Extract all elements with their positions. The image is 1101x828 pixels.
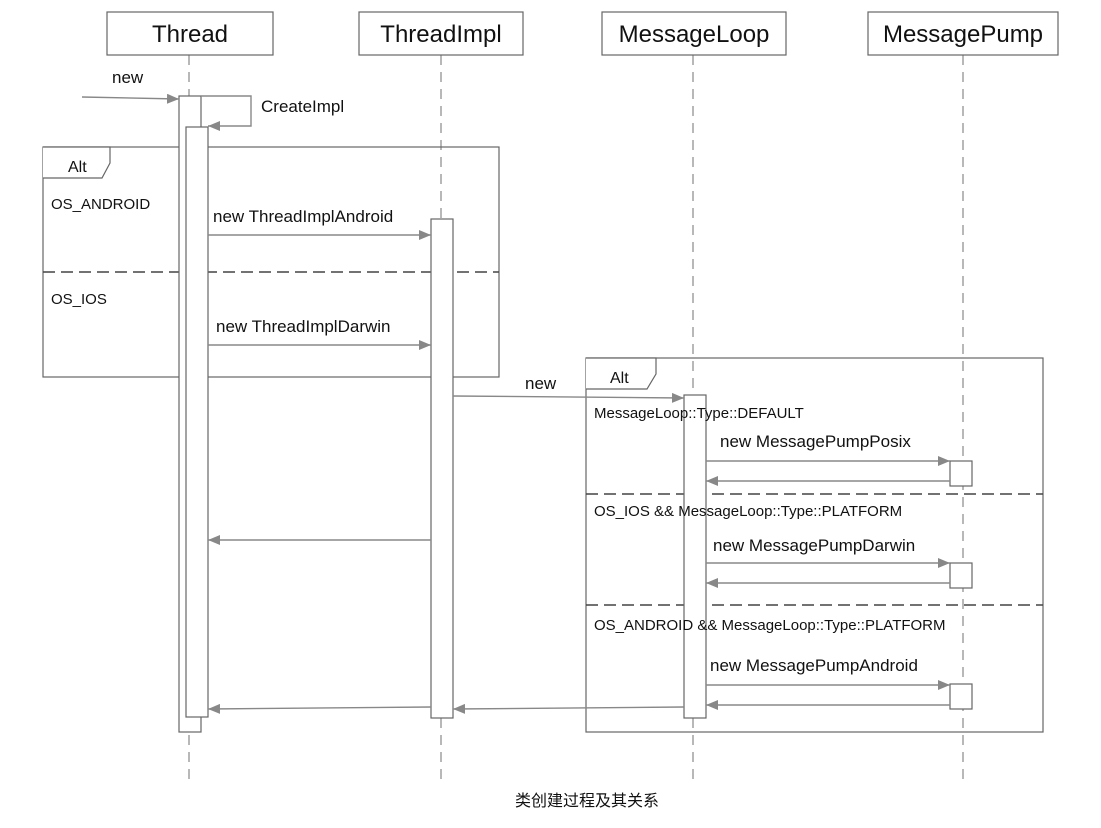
activation-messageloop <box>683 394 707 719</box>
alt-frame-message-pump-tag: Alt <box>610 370 629 387</box>
message-new-threadimpl-android-label: new ThreadImplAndroid <box>213 207 393 226</box>
message-new-threadimpl-darwin-label: new ThreadImplDarwin <box>216 317 390 336</box>
message-new-messagepump-darwin-label: new MessagePumpDarwin <box>713 536 915 555</box>
message-new-messagepump-darwin: new MessagePumpDarwin <box>706 536 950 568</box>
diagram-caption: 类创建过程及其关系 <box>515 791 659 810</box>
participant-threadimpl-label: ThreadImpl <box>380 21 501 48</box>
return-messageloop-to-threadimpl <box>452 703 685 714</box>
message-new-messagepump-android: new MessagePumpAndroid <box>706 656 950 690</box>
message-new-messagepump-posix: new MessagePumpPosix <box>706 432 950 466</box>
participant-messageloop: MessageLoop <box>601 11 787 56</box>
alt-frame-thread-impl-tag: Alt <box>68 159 87 176</box>
participant-messagepump: MessagePump <box>867 11 1059 56</box>
participant-threadimpl: ThreadImpl <box>358 11 524 56</box>
participant-messageloop-label: MessageLoop <box>619 21 770 48</box>
message-new-messagepump-posix-label: new MessagePumpPosix <box>720 432 911 451</box>
sequence-diagram: Thread ThreadImpl MessageLoop MessagePum… <box>42 11 1059 810</box>
message-new-messagepump-android-label: new MessagePumpAndroid <box>710 656 918 675</box>
message-new-threadimpl-darwin: new ThreadImplDarwin <box>208 317 431 350</box>
return-threadimpl-to-thread-final <box>207 703 432 714</box>
message-new-threadimpl-android: new ThreadImplAndroid <box>208 207 431 240</box>
participant-thread: Thread <box>106 11 274 56</box>
activation-messagepump-posix <box>949 460 973 487</box>
participant-messagepump-label: MessagePump <box>883 21 1043 48</box>
activation-messagepump-darwin <box>949 562 973 589</box>
activation-messagepump-android <box>949 683 973 710</box>
participant-thread-label: Thread <box>152 21 228 48</box>
message-create-impl-label: CreateImpl <box>261 97 344 116</box>
message-thread-new: new <box>81 68 180 104</box>
condition-ios-platform: OS_IOS && MessageLoop::Type::PLATFORM <box>594 503 902 520</box>
message-create-impl: CreateImpl <box>201 95 344 131</box>
condition-android-platform: OS_ANDROID && MessageLoop::Type::PLATFOR… <box>594 617 946 634</box>
message-new-messageloop-label: new <box>525 374 557 393</box>
condition-os-android: OS_ANDROID <box>51 196 150 213</box>
activation-thread-inner <box>185 126 209 718</box>
condition-default: MessageLoop::Type::DEFAULT <box>594 405 804 422</box>
activation-threadimpl <box>430 218 454 719</box>
condition-os-ios: OS_IOS <box>51 291 107 308</box>
message-thread-new-label: new <box>112 68 144 87</box>
